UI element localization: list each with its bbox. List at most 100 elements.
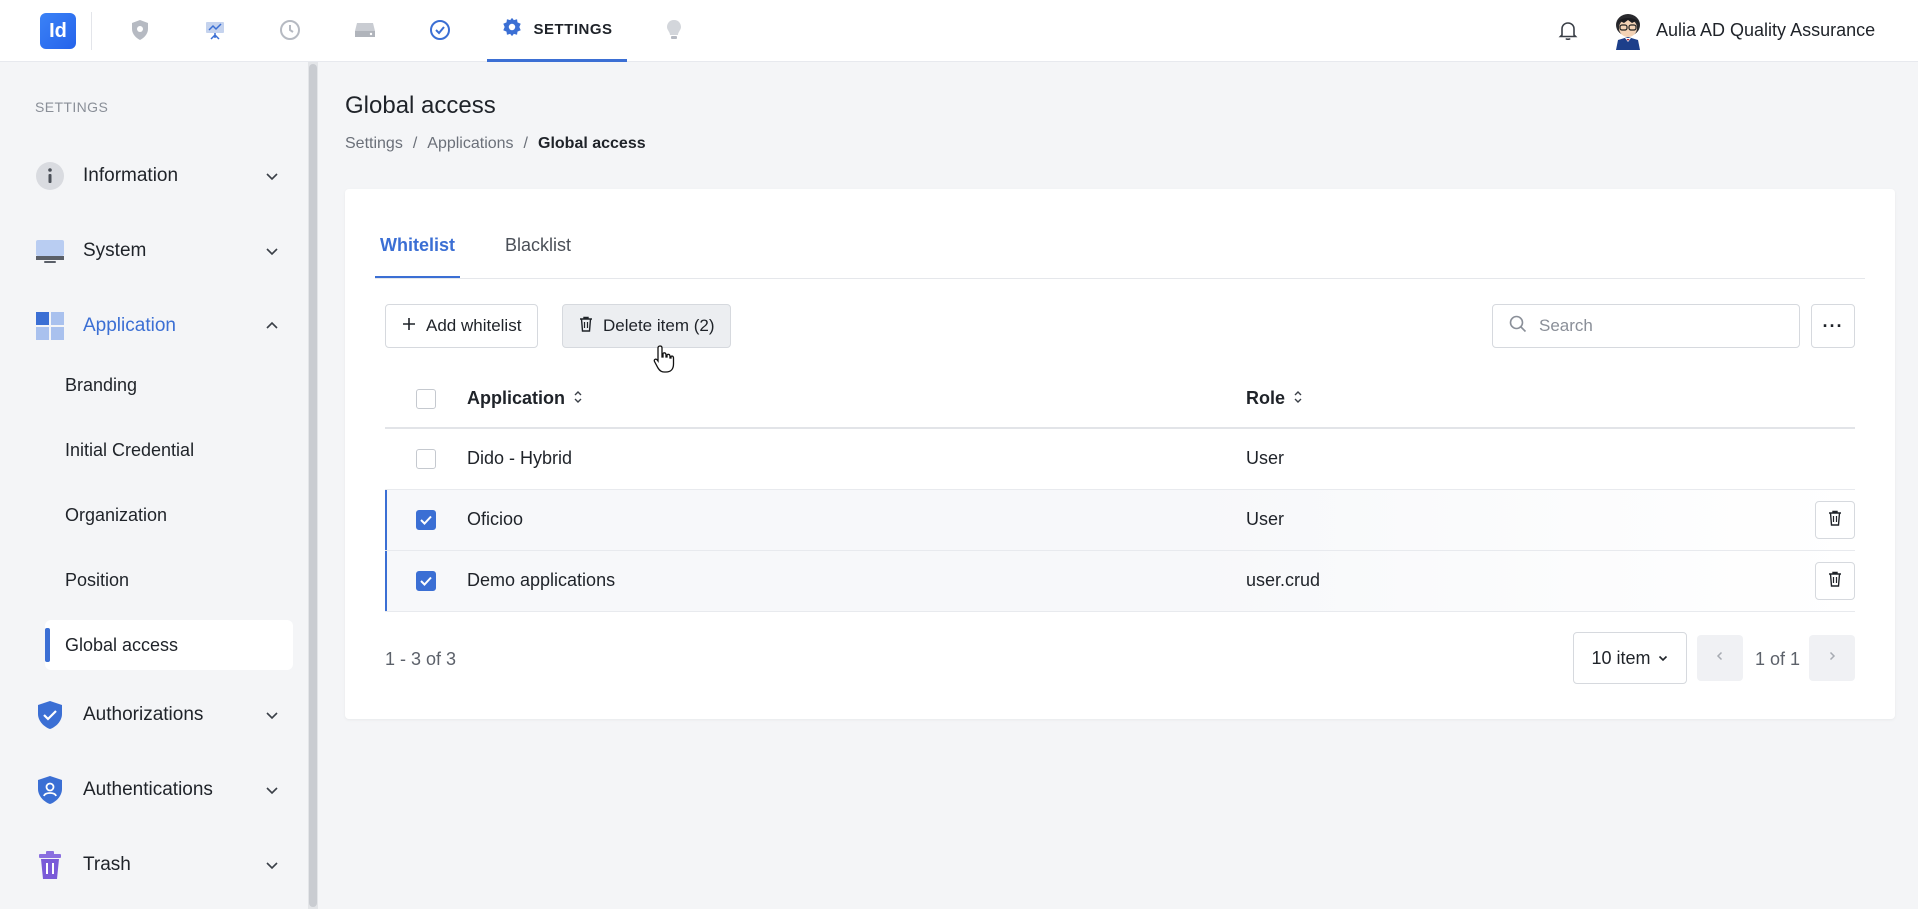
- sidebar-scrollbar[interactable]: [308, 62, 318, 909]
- search-icon: [1509, 315, 1527, 338]
- more-options-button[interactable]: ···: [1811, 304, 1855, 348]
- cell-role: User: [1246, 509, 1285, 529]
- row-checkbox[interactable]: [416, 510, 436, 530]
- chevron-down-icon: [1657, 648, 1669, 669]
- cell-application: Dido - Hybrid: [467, 448, 573, 468]
- breadcrumb: Settings / Applications / Global access: [345, 135, 646, 153]
- row-checkbox[interactable]: [416, 571, 436, 591]
- user-name[interactable]: Aulia AD Quality Assurance: [1656, 20, 1875, 41]
- delete-items-button[interactable]: Delete item (2): [562, 304, 732, 348]
- chevron-up-icon: [263, 317, 281, 335]
- bell-icon[interactable]: [1556, 18, 1580, 42]
- plus-icon: [402, 316, 416, 336]
- sidebar-subitem-branding[interactable]: Branding: [45, 360, 293, 410]
- trash-icon: [1828, 571, 1842, 592]
- sidebar-item-label: Application: [83, 315, 176, 336]
- sidebar-item-label: Trash: [83, 854, 131, 875]
- sidebar-subitem-position[interactable]: Position: [45, 555, 293, 605]
- breadcrumb-current: Global access: [538, 135, 646, 152]
- content-card: Whitelist Blacklist Add whitelist Delete…: [345, 189, 1895, 719]
- trash-icon: [35, 850, 65, 880]
- delete-items-label: Delete item (2): [603, 316, 715, 335]
- table-header: Application Role: [385, 369, 1855, 429]
- tab-bar: Whitelist Blacklist: [375, 189, 1865, 279]
- cell-role: User: [1246, 448, 1285, 468]
- shield-user-icon: [35, 775, 65, 805]
- cell-application: Demo applications: [467, 570, 616, 590]
- select-all-checkbox[interactable]: [416, 389, 436, 409]
- next-page-button[interactable]: [1809, 635, 1855, 681]
- app-logo[interactable]: Id: [40, 13, 76, 49]
- sidebar-item-label: Authorizations: [83, 704, 204, 725]
- bulb-icon[interactable]: [661, 17, 687, 43]
- presentation-icon[interactable]: [202, 17, 228, 43]
- cell-role: user.crud: [1246, 570, 1321, 590]
- column-header-application[interactable]: Application: [467, 388, 583, 409]
- tab-whitelist[interactable]: Whitelist: [375, 235, 460, 278]
- breadcrumb-separator: /: [523, 135, 528, 152]
- tab-blacklist[interactable]: Blacklist: [505, 235, 571, 276]
- search-input[interactable]: [1539, 316, 1779, 336]
- sidebar-item-label: System: [83, 240, 147, 261]
- sort-icon: [1293, 388, 1303, 409]
- sidebar-item-authorizations[interactable]: Authorizations: [35, 695, 281, 735]
- table-row[interactable]: Demo applications user.crud: [385, 551, 1855, 612]
- column-header-label: Application: [467, 388, 565, 408]
- grid-icon: [35, 311, 65, 341]
- sidebar-item-trash[interactable]: Trash: [35, 845, 281, 885]
- sidebar-item-system[interactable]: System: [35, 231, 281, 271]
- sidebar-section-title: SETTINGS: [35, 99, 109, 115]
- history-icon[interactable]: [277, 17, 303, 43]
- settings-label: SETTINGS: [533, 21, 613, 38]
- row-checkbox[interactable]: [416, 449, 436, 469]
- sidebar-item-label: Authentications: [83, 779, 213, 800]
- add-whitelist-button[interactable]: Add whitelist: [385, 304, 539, 348]
- sidebar-subitem-initial-credential[interactable]: Initial Credential: [45, 425, 293, 475]
- monitor-icon: [35, 236, 65, 266]
- chevron-down-icon: [263, 781, 281, 799]
- sidebar-subitem-organization[interactable]: Organization: [45, 490, 293, 540]
- avatar[interactable]: [1610, 12, 1646, 50]
- check-circle-icon[interactable]: [427, 17, 453, 43]
- breadcrumb-settings[interactable]: Settings: [345, 135, 403, 153]
- tab-settings[interactable]: SETTINGS: [487, 0, 627, 62]
- info-icon: [35, 161, 65, 191]
- shield-check-icon: [35, 700, 65, 730]
- page-title: Global access: [345, 92, 496, 119]
- column-header-role[interactable]: Role: [1246, 388, 1303, 409]
- chevron-down-icon: [263, 167, 281, 185]
- logo-divider: [91, 12, 92, 50]
- more-options-icon: ···: [1822, 315, 1844, 336]
- hand-cursor-icon: [652, 344, 676, 374]
- chevron-down-icon: [263, 856, 281, 874]
- per-page-value: 10 item: [1591, 647, 1651, 668]
- chevron-left-icon: [1714, 649, 1726, 667]
- pagination-count: 1 - 3 of 3: [385, 649, 457, 669]
- sidebar-item-application[interactable]: Application: [35, 306, 281, 346]
- table-row[interactable]: Oficioo User: [385, 490, 1855, 551]
- prev-page-button[interactable]: [1697, 635, 1743, 681]
- breadcrumb-separator: /: [412, 135, 418, 152]
- page-indicator: 1 of 1: [1755, 649, 1801, 669]
- sidebar-subitem-global-access[interactable]: Global access: [45, 620, 293, 670]
- cell-application: Oficioo: [467, 509, 524, 529]
- row-delete-button[interactable]: [1815, 562, 1855, 600]
- chevron-down-icon: [263, 706, 281, 724]
- drive-icon[interactable]: [352, 17, 378, 43]
- whitelist-table: Application Role Dido - Hybrid User Ofic…: [385, 369, 1855, 612]
- chevron-right-icon: [1826, 649, 1838, 667]
- sidebar-item-information[interactable]: Information: [35, 156, 281, 196]
- trash-icon: [579, 316, 593, 337]
- top-bar: Id SETTINGS Aulia AD Quality Assurance: [0, 0, 1918, 62]
- gear-icon: [501, 16, 523, 43]
- column-header-label: Role: [1246, 388, 1286, 408]
- breadcrumb-applications[interactable]: Applications: [427, 135, 513, 153]
- shield-icon[interactable]: [127, 17, 153, 43]
- per-page-select[interactable]: 10 item: [1573, 632, 1687, 684]
- sidebar-item-authentications[interactable]: Authentications: [35, 770, 281, 810]
- trash-icon: [1828, 510, 1842, 531]
- search-box[interactable]: [1492, 304, 1800, 348]
- table-row[interactable]: Dido - Hybrid User: [385, 429, 1855, 490]
- row-delete-button[interactable]: [1815, 501, 1855, 539]
- sidebar-item-label: Information: [83, 165, 179, 186]
